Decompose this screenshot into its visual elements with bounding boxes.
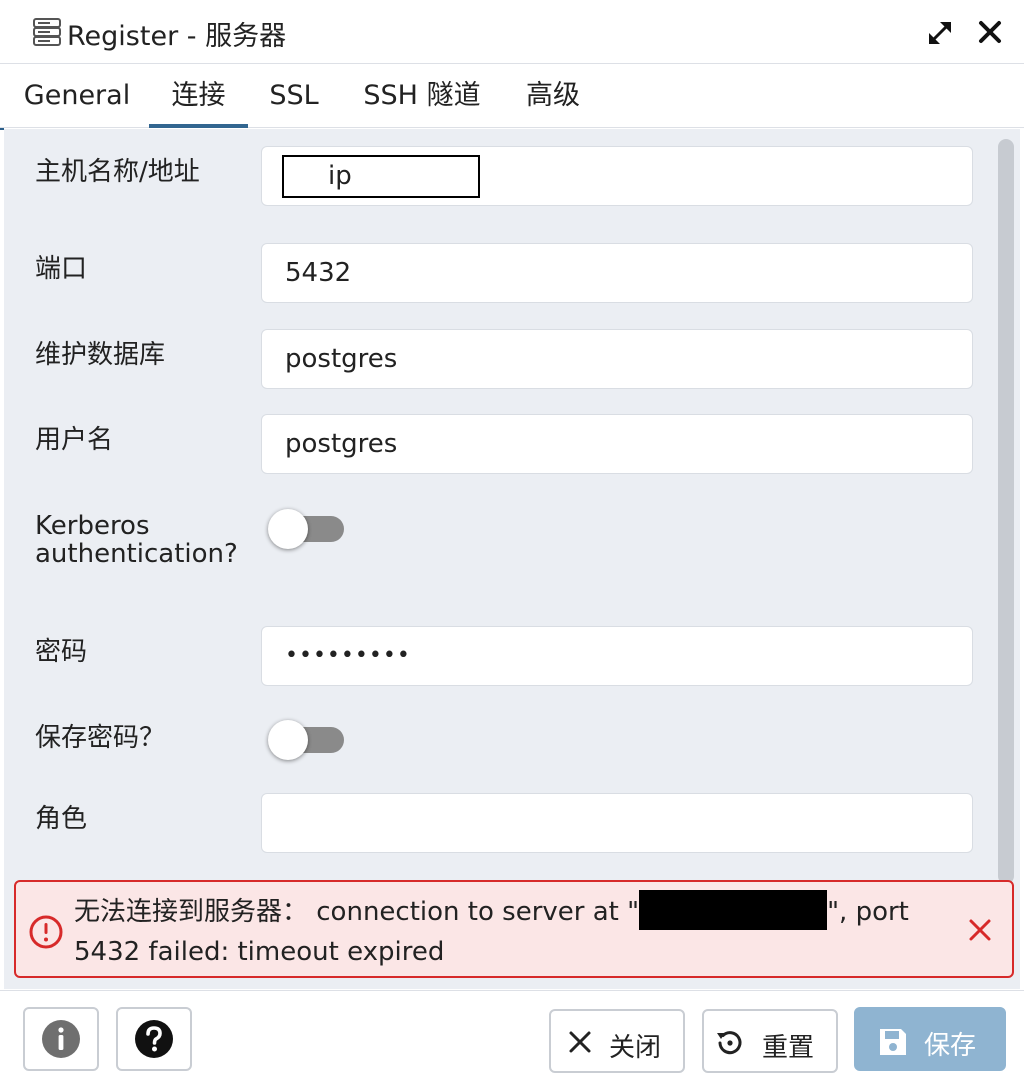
host-label: 主机名称/地址 — [35, 157, 200, 187]
role-label: 角色 — [35, 804, 88, 834]
redacted-host — [639, 889, 828, 930]
host-input[interactable]: ip — [261, 146, 973, 206]
alert-message: 无法连接到服务器： connection to server at " ", po… — [74, 889, 944, 972]
alert-close-icon[interactable] — [966, 916, 994, 944]
host-value: ip — [282, 155, 480, 198]
username-label: 用户名 — [35, 425, 114, 455]
dialog-title: Register - 服务器 — [67, 21, 287, 52]
save-button-label: 保存 — [924, 1031, 977, 1061]
tab-ssl[interactable]: SSL — [257, 64, 331, 128]
tab-advanced[interactable]: 高级 — [515, 64, 591, 128]
reset-button[interactable]: 重置 — [702, 1009, 838, 1073]
help-button[interactable] — [116, 1007, 192, 1071]
close-button-label: 关闭 — [609, 1033, 662, 1063]
info-button[interactable] — [23, 1007, 99, 1071]
alert-line-1: 无法连接到服务器： connection to server at " ", po… — [74, 889, 944, 932]
register-server-dialog: Register - 服务器 General 连接 SSL SSH 隧道 高级 … — [0, 0, 1024, 1089]
server-icon — [33, 18, 61, 46]
tab-ssh-tunnel[interactable]: SSH 隧道 — [350, 64, 494, 128]
history-icon — [717, 1031, 742, 1055]
form-scrollbar[interactable] — [998, 139, 1014, 884]
expand-icon[interactable] — [926, 19, 954, 47]
alert-line-2: 5432 failed: timeout expired — [74, 937, 445, 967]
username-input[interactable]: postgres — [261, 414, 973, 474]
help-icon — [135, 1020, 173, 1058]
tab-connection[interactable]: 连接 — [149, 64, 248, 128]
port-input[interactable]: 5432 — [261, 243, 973, 303]
tab-general[interactable]: General — [14, 64, 140, 128]
role-input[interactable] — [261, 793, 973, 853]
alert-circle-icon — [29, 915, 63, 949]
port-label: 端口 — [35, 254, 88, 284]
kerberos-toggle[interactable] — [268, 507, 348, 551]
toggle-knob — [268, 720, 308, 760]
maintenance-db-label: 维护数据库 — [35, 340, 166, 370]
connection-form: 主机名称/地址 ip 端口 5432 维护数据库 postgres 用户名 po… — [4, 129, 1020, 989]
save-password-toggle[interactable] — [268, 718, 348, 762]
close-icon[interactable] — [976, 18, 1004, 46]
info-icon — [42, 1020, 80, 1058]
x-icon — [569, 1031, 591, 1053]
toggle-knob — [268, 509, 308, 549]
dialog-titlebar: Register - 服务器 — [0, 0, 1024, 64]
alert-prefix: 无法连接到服务器： connection to server at " — [74, 897, 640, 927]
reset-button-label: 重置 — [762, 1033, 815, 1063]
alert-suffix: ", port — [827, 897, 909, 927]
close-button[interactable]: 关闭 — [549, 1009, 685, 1073]
password-label: 密码 — [35, 637, 88, 667]
maintenance-db-input[interactable]: postgres — [261, 329, 973, 389]
password-input[interactable]: ••••••••• — [261, 626, 973, 686]
connection-error-alert: 无法连接到服务器： connection to server at " ", po… — [14, 880, 1014, 978]
dialog-footer: 关闭 重置 保存 — [0, 990, 1024, 1089]
kerberos-label: Kerberos authentication? — [35, 511, 238, 569]
save-password-label: 保存密码？ — [35, 723, 166, 753]
floppy-disk-icon — [880, 1029, 906, 1055]
save-button[interactable]: 保存 — [854, 1007, 1006, 1071]
tab-bar: General 连接 SSL SSH 隧道 高级 — [0, 64, 1024, 128]
